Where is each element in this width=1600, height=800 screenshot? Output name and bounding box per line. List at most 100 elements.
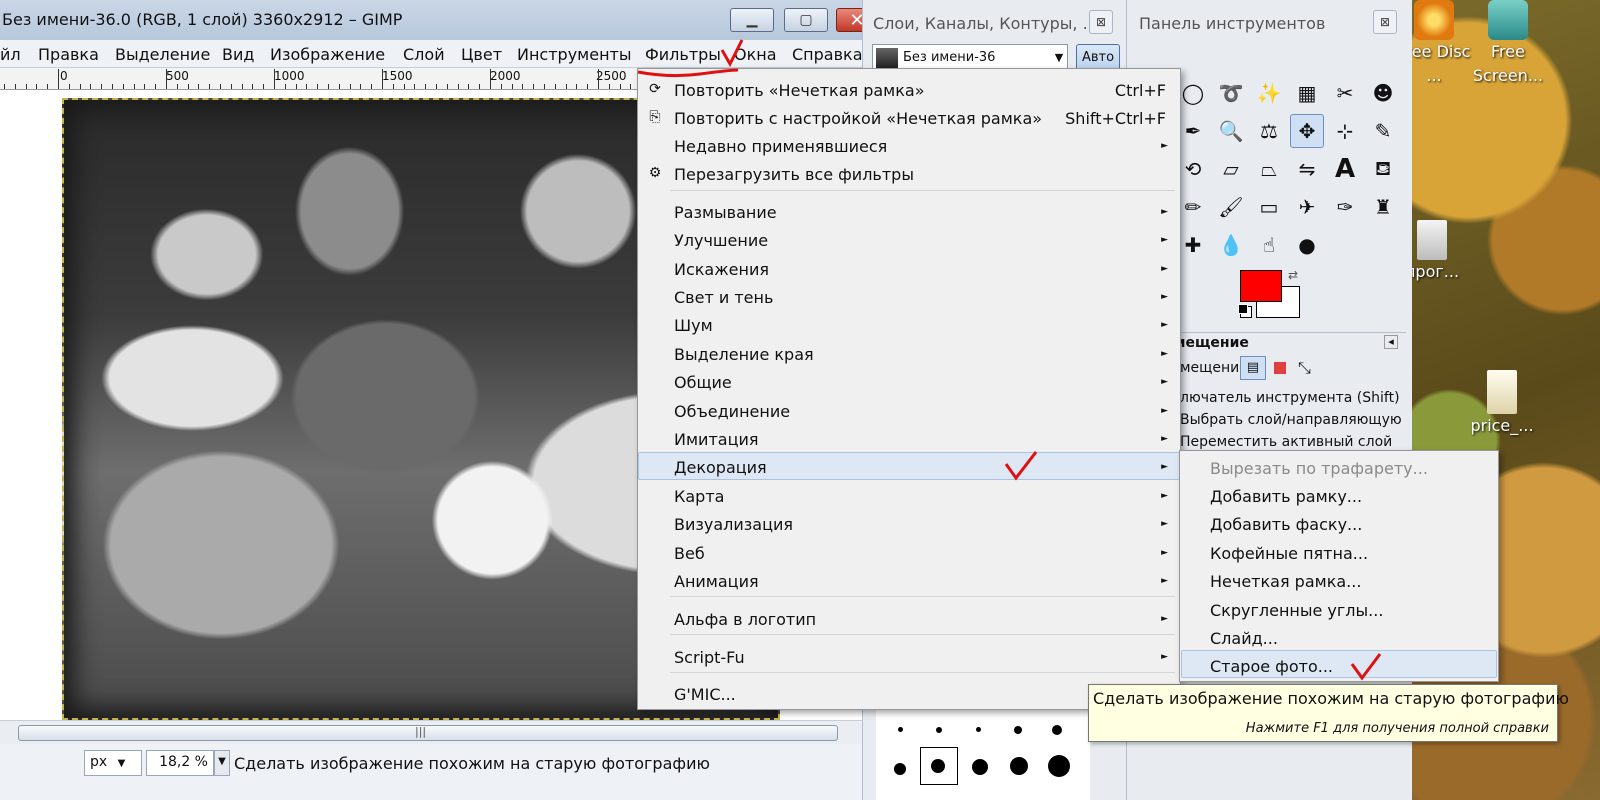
filters-menu-item-0[interactable]: ⟳ Повторить «Нечеткая рамка» Ctrl+F <box>638 78 1180 104</box>
desktop-icon-document[interactable]: price_... <box>1460 370 1544 438</box>
filters-menu-item-8[interactable]: Шум ► <box>638 313 1180 339</box>
menu-edit[interactable]: Правка <box>38 45 99 64</box>
airbrush-tool-icon[interactable]: ✈ <box>1290 190 1324 224</box>
perspective-tool-icon[interactable]: ⏢ <box>1252 152 1286 186</box>
menu-tools[interactable]: Инструменты <box>517 45 632 64</box>
unit-select[interactable]: px ▼ <box>84 750 142 776</box>
ruler-tick <box>317 84 319 89</box>
filters-menu-item-18[interactable]: Альфа в логотип ► <box>638 607 1180 633</box>
brush-preset[interactable] <box>931 759 945 773</box>
scissors-tool-icon[interactable]: ✂ <box>1328 76 1362 110</box>
maximize-button[interactable]: ▢ <box>784 8 828 32</box>
filters-menu-item-19[interactable]: Script-Fu ► <box>638 645 1180 671</box>
filters-menu-item-10[interactable]: Общие ► <box>638 370 1180 396</box>
paths-tool-icon[interactable]: ✒ <box>1176 114 1210 148</box>
foreground-color-swatch[interactable] <box>1240 270 1282 302</box>
filters-menu-item-12[interactable]: Имитация ► <box>638 427 1180 453</box>
select-by-color-tool-icon[interactable]: ▦ <box>1290 76 1324 110</box>
close-icon[interactable]: ⊠ <box>1373 10 1397 34</box>
swap-colors-icon[interactable]: ⇄ <box>1288 268 1298 282</box>
ink-tool-icon[interactable]: ✑ <box>1328 190 1362 224</box>
fuzzy-select-tool-icon[interactable]: ✨ <box>1252 76 1286 110</box>
brush-preset[interactable] <box>972 759 988 775</box>
filters-menu-item-6[interactable]: Искажения ► <box>638 257 1180 283</box>
menu-view[interactable]: Вид <box>222 45 254 64</box>
rotate-tool-icon[interactable]: ⟲ <box>1176 152 1210 186</box>
filters-menu-item-11[interactable]: Объединение ► <box>638 399 1180 425</box>
menu-image[interactable]: Изображение <box>270 45 385 64</box>
filters-menu-item-3[interactable]: ⚙ Перезагрузить все фильтры <box>638 162 1180 188</box>
shear-tool-icon[interactable]: ▱ <box>1214 152 1248 186</box>
blur-tool-icon[interactable]: 💧 <box>1214 228 1248 262</box>
zoom-tool-icon[interactable]: 🔍 <box>1214 114 1248 148</box>
scrollbar-thumb[interactable]: ||| <box>18 725 838 741</box>
menu-color[interactable]: Цвет <box>461 45 502 64</box>
filters-menu-item-1[interactable]: ⎘ Повторить с настройкой «Нечеткая рамка»… <box>638 106 1180 132</box>
zoom-dropdown-button[interactable]: ▼ <box>214 750 230 776</box>
filters-menu-item-16[interactable]: Веб ► <box>638 541 1180 567</box>
foreground-select-tool-icon[interactable]: ☻ <box>1366 76 1400 110</box>
menu-help[interactable]: Справка <box>792 45 863 64</box>
menu-file[interactable]: йл <box>0 45 21 64</box>
menu-layer[interactable]: Слой <box>403 45 445 64</box>
decoration-menu-item-2[interactable]: Добавить фаску... <box>1180 512 1498 538</box>
desktop-icon-screen[interactable]: Free Screen... <box>1466 0 1550 88</box>
decoration-menu-item-5[interactable]: Скругленные углы... <box>1180 598 1498 624</box>
filters-menu-item-14[interactable]: Карта ► <box>638 484 1180 510</box>
collapse-icon[interactable]: ◂ <box>1384 335 1398 349</box>
filters-menu-item-15[interactable]: Визуализация ► <box>638 512 1180 538</box>
desktop-icon-folder[interactable]: прог... <box>1412 220 1474 284</box>
default-colors-icon[interactable] <box>1238 304 1248 314</box>
heal-tool-icon[interactable]: ✚ <box>1176 228 1210 262</box>
filters-menu-item-4[interactable]: Размывание ► <box>638 200 1180 226</box>
bucket-fill-tool-icon[interactable]: ⛾ <box>1366 152 1400 186</box>
menu-select[interactable]: Выделение <box>115 45 210 64</box>
brush-preset[interactable] <box>936 727 942 733</box>
menu-filters[interactable]: Фильтры <box>645 45 721 64</box>
eraser-tool-icon[interactable]: ▭ <box>1252 190 1286 224</box>
ellipse-select-tool-icon[interactable]: ◯ <box>1176 76 1210 110</box>
move-selection-mode-icon[interactable] <box>1274 362 1286 374</box>
brush-preset[interactable] <box>1010 757 1028 775</box>
brush-preset[interactable] <box>976 727 981 732</box>
menu-windows[interactable]: Окна <box>734 45 777 64</box>
filters-menu-item-13[interactable]: Декорация ► <box>638 455 1180 481</box>
brush-preset[interactable] <box>1052 725 1062 735</box>
smudge-tool-icon[interactable]: ☝ <box>1252 228 1286 262</box>
option-move-active-layer[interactable]: Переместить активный слой <box>1180 434 1392 450</box>
decoration-menu-item-6[interactable]: Слайд... <box>1180 626 1498 652</box>
paintbrush-tool-icon[interactable]: 🖌 <box>1214 190 1248 224</box>
option-pick-layer[interactable]: Выбрать слой/направляющую <box>1180 412 1402 428</box>
text-tool-icon[interactable]: A <box>1328 152 1362 186</box>
flip-tool-icon[interactable]: ⇋ <box>1290 152 1324 186</box>
decoration-menu-item-1[interactable]: Добавить рамку... <box>1180 484 1498 510</box>
crop-tool-icon[interactable]: ✎ <box>1366 114 1400 148</box>
filters-menu-item-17[interactable]: Анимация ► <box>638 569 1180 595</box>
zoom-field[interactable]: 18,2 % <box>146 750 214 776</box>
filters-menu-item-2[interactable]: Недавно применявшиеся ► <box>638 134 1180 160</box>
pencil-tool-icon[interactable]: ✏ <box>1176 190 1210 224</box>
brush-preset[interactable] <box>898 727 903 732</box>
ruler-tick <box>403 84 405 89</box>
filters-menu-item-9[interactable]: Выделение края ► <box>638 342 1180 368</box>
dodge-burn-tool-icon[interactable]: ● <box>1290 228 1324 262</box>
free-select-tool-icon[interactable]: ➰ <box>1214 76 1248 110</box>
filters-menu-item-5[interactable]: Улучшение ► <box>638 228 1180 254</box>
close-icon[interactable]: ⊠ <box>1089 10 1113 34</box>
chevron-down-icon[interactable]: ▼ <box>1050 46 1068 70</box>
brush-preset[interactable] <box>1048 755 1070 777</box>
move-tool-icon[interactable]: ✥ <box>1290 114 1324 148</box>
brush-preset[interactable] <box>894 763 906 775</box>
brush-preset[interactable] <box>1014 726 1022 734</box>
align-tool-icon[interactable]: ⊹ <box>1328 114 1362 148</box>
move-layer-mode-icon[interactable]: ▤ <box>1240 356 1266 380</box>
clone-tool-icon[interactable]: ♜ <box>1366 190 1400 224</box>
move-path-mode-icon[interactable]: ⤡ <box>1298 358 1311 378</box>
filters-menu-item-7[interactable]: Свет и тень ► <box>638 285 1180 311</box>
decoration-menu-item-3[interactable]: Кофейные пятна... <box>1180 541 1498 567</box>
horizontal-scrollbar[interactable]: ||| <box>0 720 870 744</box>
decoration-menu-item-4[interactable]: Нечеткая рамка... <box>1180 569 1498 595</box>
decoration-menu-item-7[interactable]: Старое фото... <box>1180 654 1498 680</box>
measure-tool-icon[interactable]: ⚖ <box>1252 114 1286 148</box>
minimize-button[interactable]: ▁ <box>730 8 774 32</box>
